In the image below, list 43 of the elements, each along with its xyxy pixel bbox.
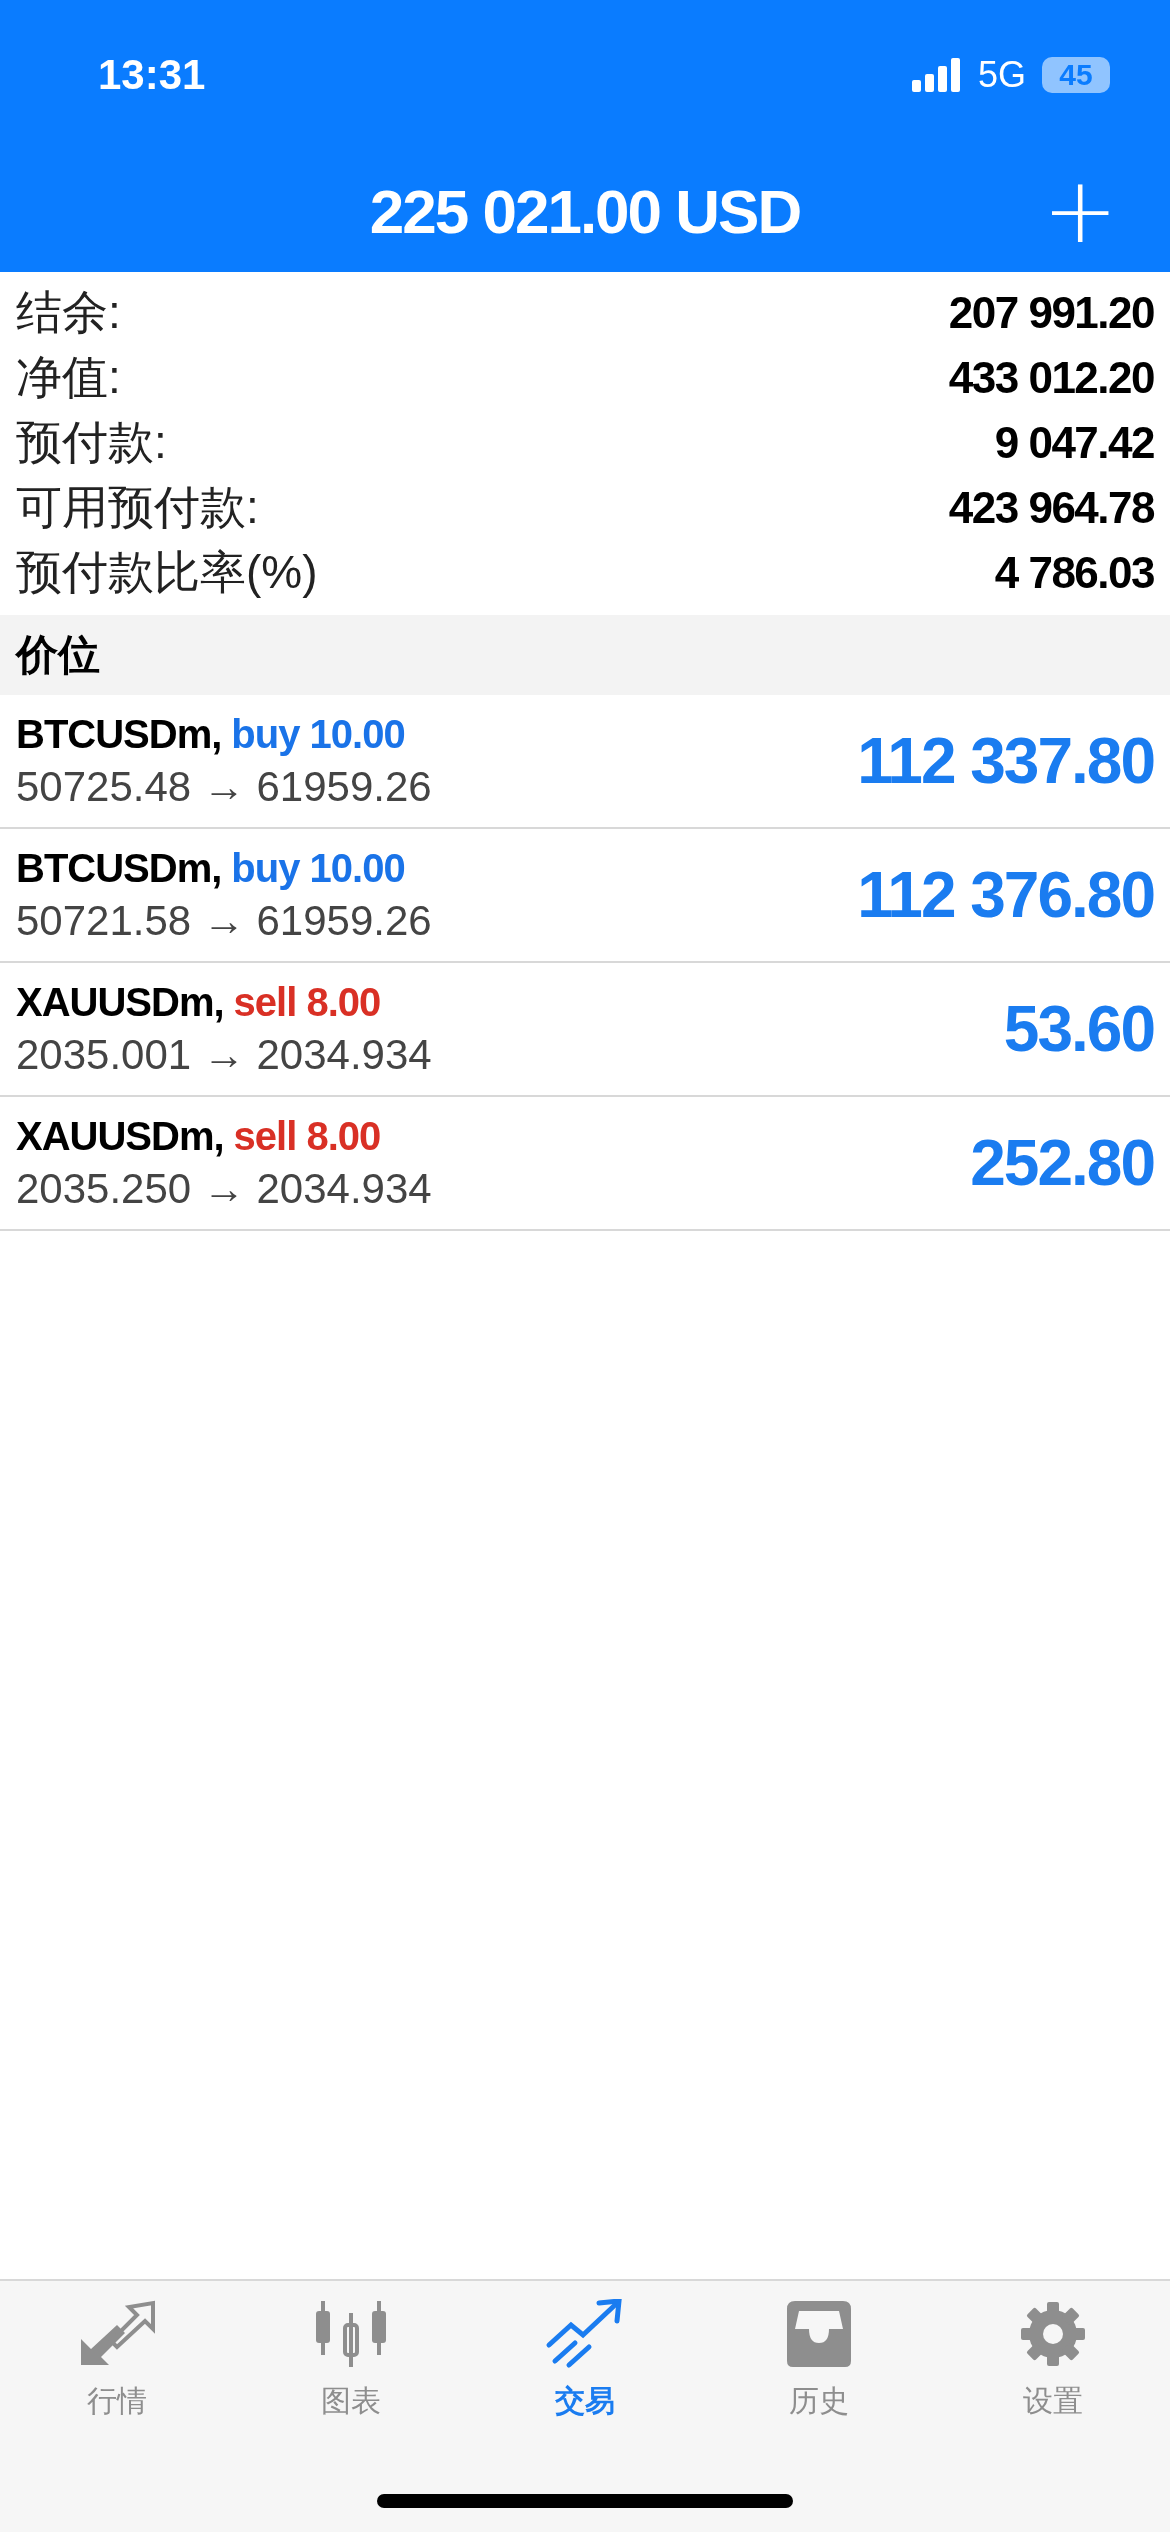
section-title: 价位: [16, 630, 100, 680]
tab-item[interactable]: 图表: [271, 2299, 431, 2422]
price-range: 50721.58 → 61959.26: [16, 896, 432, 945]
summary-label: 预付款:: [16, 414, 167, 470]
symbol-label: XAUUSDm,: [16, 1113, 224, 1159]
price-range: 2035.001 → 2034.934: [16, 1030, 432, 1079]
order-label: buy 10.00: [231, 845, 405, 891]
order-label: sell 8.00: [233, 1113, 381, 1159]
summary-label: 可用预付款:: [16, 479, 259, 535]
summary-label: 预付款比率(%): [16, 544, 318, 600]
symbol-label: BTCUSDm,: [16, 845, 222, 891]
battery-icon: 45: [1042, 57, 1110, 93]
summary-value: 4 786.03: [994, 547, 1154, 598]
order-label: buy 10.00: [231, 711, 405, 757]
position-row[interactable]: XAUUSDm, sell 8.00 2035.001 → 2034.934 53.60: [0, 963, 1170, 1097]
position-row[interactable]: BTCUSDm, buy 10.00 50725.48 → 61959.26 112 337.80: [0, 695, 1170, 829]
tab-item[interactable]: 设置: [973, 2299, 1133, 2422]
trend-arrow-icon: [545, 2299, 625, 2369]
position-row[interactable]: XAUUSDm, sell 8.00 2035.250 → 2034.934 252.80: [0, 1097, 1170, 1231]
summary-value: 9 047.42: [994, 417, 1154, 468]
price-range: 2035.250 → 2034.934: [16, 1164, 432, 1213]
summary-label: 结余:: [16, 284, 121, 340]
tab-item[interactable]: 交易: [505, 2299, 665, 2422]
tab-item[interactable]: 历史: [739, 2299, 899, 2422]
order-label: sell 8.00: [233, 979, 381, 1025]
summary-label: 净值:: [16, 349, 121, 405]
summary-value: 433 012.20: [948, 352, 1154, 403]
profit-value: 112 376.80: [857, 858, 1154, 932]
price-range: 50725.48 → 61959.26: [16, 762, 432, 811]
balance-title: 225 021.00 USD: [369, 175, 801, 247]
profit-value: 53.60: [1003, 992, 1154, 1066]
position-row[interactable]: BTCUSDm, buy 10.00 50721.58 → 61959.26 112 376.80: [0, 829, 1170, 963]
symbol-label: XAUUSDm,: [16, 979, 224, 1025]
symbol-label: BTCUSDm,: [16, 711, 222, 757]
summary-value: 423 964.78: [948, 482, 1154, 533]
summary-value: 207 991.20: [948, 287, 1154, 338]
profit-value: 252.80: [970, 1126, 1154, 1200]
profit-value: 112 337.80: [857, 724, 1154, 798]
network-label: 5G: [977, 54, 1026, 96]
tab-item[interactable]: 行情: [37, 2299, 197, 2422]
status-time: 13:31: [98, 51, 206, 99]
signal-icon: [911, 58, 962, 92]
add-button[interactable]: +: [1042, 166, 1118, 256]
